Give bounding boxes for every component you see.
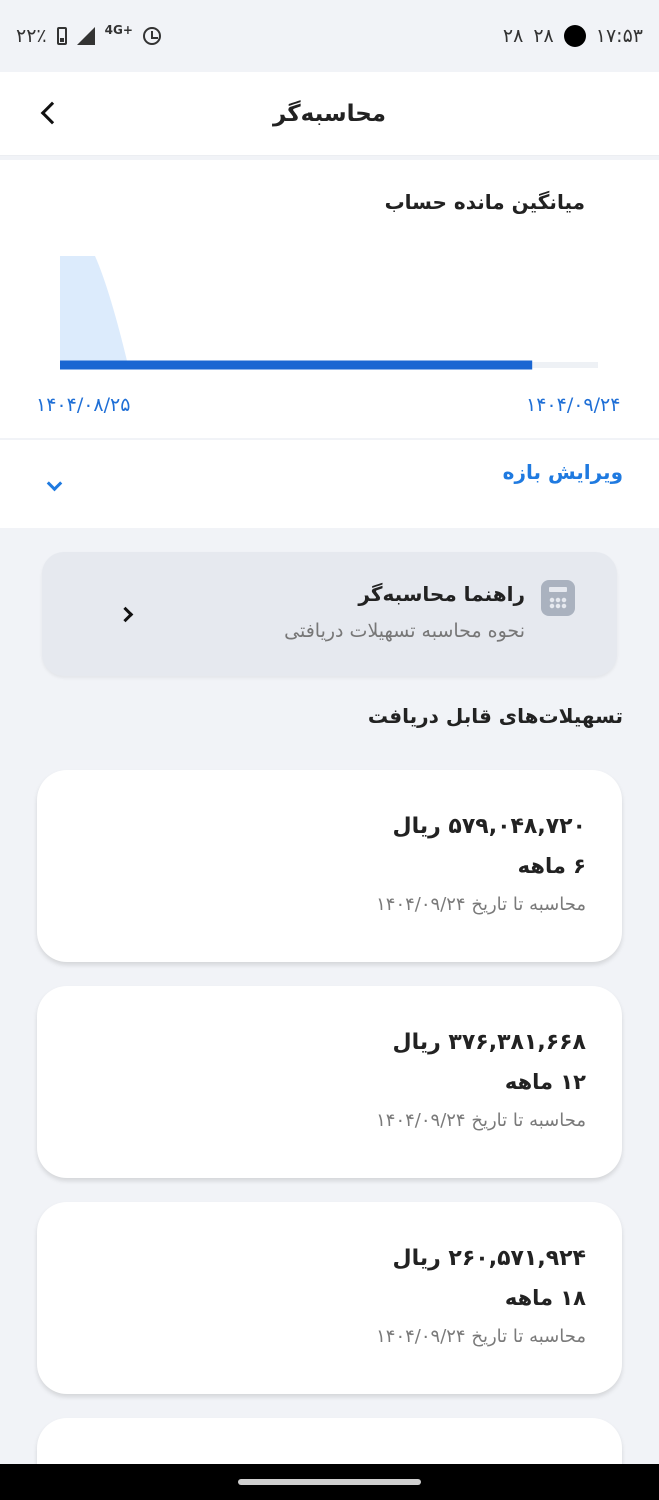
chevron-left-icon — [117, 602, 138, 626]
guide-title: راهنما محاسبه‌گر — [358, 582, 525, 606]
chevron-down-icon[interactable] — [44, 475, 64, 496]
battery-icon — [56, 27, 67, 45]
back-button[interactable] — [34, 98, 64, 128]
loan-card[interactable]: ۳۷۶,۳۸۱,۶۶۸ ریال ۱۲ ماهه محاسبه تا تاریخ… — [37, 986, 622, 1178]
loan-term: ۱۸ ماهه — [504, 1286, 586, 1310]
loan-amount: ۲۶۰,۵۷۱,۹۲۴ ریال — [392, 1246, 586, 1271]
edit-range-row[interactable]: ویرایش بازه — [0, 440, 659, 528]
alarm-icon — [142, 27, 161, 45]
loans-section-title: تسهیلات‌های قابل دریافت — [367, 704, 623, 728]
loan-date: محاسبه تا تاریخ ۱۴۰۴/۰۹/۲۴ — [376, 1110, 586, 1131]
status-left: ۲۲٪ 4G+ — [16, 23, 161, 47]
loan-amount: ۵۷۹,۰۴۸,۷۲۰ ریال — [392, 814, 586, 839]
battery-percent: ۲۲٪ — [16, 25, 47, 47]
loan-card[interactable]: ۲۶۰,۵۷۱,۹۲۴ ریال ۱۸ ماهه محاسبه تا تاریخ… — [37, 1202, 622, 1394]
calculator-icon — [541, 580, 575, 616]
edit-range-label: ویرایش بازه — [502, 460, 623, 484]
loan-term: ۶ ماهه — [517, 854, 586, 878]
chart-area — [60, 256, 128, 365]
notification-count-1: ۲۸ — [502, 25, 524, 47]
loan-term: ۱۲ ماهه — [504, 1070, 586, 1094]
chart-end-date: ۱۴۰۴/۰۹/۲۴ — [526, 394, 621, 416]
clock: ۱۷:۵۳ — [595, 25, 643, 47]
network-type: 4G+ — [104, 23, 133, 37]
system-nav-bar — [0, 1464, 659, 1500]
notification-count-2: ۲۸ — [533, 25, 554, 47]
app-bar: محاسبه‌گر — [0, 72, 659, 156]
calculator-guide-card[interactable]: راهنما محاسبه‌گر نحوه محاسبه تسهیلات دری… — [42, 552, 617, 676]
page-title: محاسبه‌گر — [272, 100, 387, 127]
loan-card[interactable]: ۵۷۹,۰۴۸,۷۲۰ ریال ۶ ماهه محاسبه تا تاریخ … — [37, 770, 622, 962]
balance-chart-card: میانگین مانده حساب ۱۴۰۴/۰۸/۲۵ ۱۴۰۴/۰۹/۲۴ — [0, 160, 659, 438]
loan-amount: ۳۷۶,۳۸۱,۶۶۸ ریال — [392, 1030, 586, 1055]
record-dot-icon — [563, 25, 586, 47]
signal-icon — [76, 27, 95, 45]
guide-subtitle: نحوه محاسبه تسهیلات دریافتی — [284, 620, 525, 642]
status-bar: ۲۲٪ 4G+ ۲۸ ۲۸ ۱۷:۵۳ — [0, 0, 659, 72]
chevron-left-icon — [40, 101, 64, 125]
status-right: ۲۸ ۲۸ ۱۷:۵۳ — [503, 25, 643, 47]
loan-date: محاسبه تا تاریخ ۱۴۰۴/۰۹/۲۴ — [376, 894, 586, 915]
loan-date: محاسبه تا تاریخ ۱۴۰۴/۰۹/۲۴ — [376, 1326, 586, 1347]
home-handle[interactable] — [238, 1479, 421, 1485]
chart-start-date: ۱۴۰۴/۰۸/۲۵ — [36, 394, 131, 416]
